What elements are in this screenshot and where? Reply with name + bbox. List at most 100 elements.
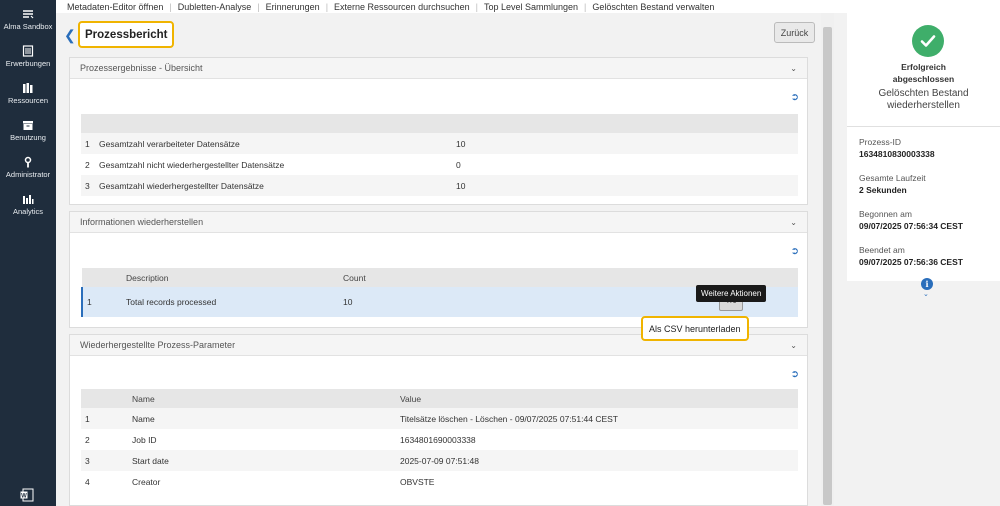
- table-row: 4 Creator OBVSTE: [81, 471, 798, 492]
- nav-label: Ressourcen: [7, 96, 49, 105]
- nav-label: Analytics: [12, 207, 43, 216]
- topmenu-external-search[interactable]: Externe Ressourcen durchsuchen: [334, 2, 470, 12]
- table-header: [81, 114, 798, 133]
- topmenu-reminders[interactable]: Erinnerungen: [266, 2, 320, 12]
- topmenu-top-level-collections[interactable]: Top Level Sammlungen: [484, 2, 578, 12]
- nav-analytics[interactable]: Analytics: [0, 185, 56, 222]
- params-table: Name Value 1 Name Titelsätze löschen - L…: [81, 389, 798, 492]
- info-icon[interactable]: i: [921, 278, 933, 290]
- row-count: 10: [339, 287, 664, 317]
- page-title-text: Prozessbericht: [85, 28, 168, 41]
- nav-label: Administrator: [5, 170, 51, 179]
- row-name: Start date: [128, 450, 396, 471]
- svg-text:W: W: [21, 493, 27, 499]
- divider: [847, 126, 1000, 127]
- chevron-down-icon[interactable]: ⌄: [790, 64, 797, 73]
- divider: |: [169, 1, 172, 12]
- panel-title: Prozessergebnisse - Übersicht: [80, 63, 203, 73]
- divider: |: [325, 1, 329, 12]
- table-row: 1 Gesamtzahl verarbeiteter Datensätze 10: [81, 133, 798, 154]
- panel-title: Informationen wiederherstellen: [80, 217, 204, 227]
- chevron-down-icon[interactable]: ⌄: [790, 218, 797, 227]
- success-check-icon: [912, 25, 944, 57]
- nav-resources[interactable]: Ressourcen: [0, 74, 56, 111]
- left-navigation: Alma Sandbox Erwerbungen Ressourcen Benu…: [0, 0, 56, 506]
- field-started: Begonnen am 09/07/2025 07:56:34 CEST: [859, 208, 963, 232]
- nav-fulfillment[interactable]: Benutzung: [0, 111, 56, 148]
- divider: |: [257, 1, 260, 12]
- job-name: Gelöschten Bestand wiederherstellen: [878, 88, 969, 111]
- topmenu-dedup[interactable]: Dubletten-Analyse: [178, 2, 252, 12]
- page-title: Prozessbericht: [78, 21, 175, 48]
- resources-icon: [23, 83, 33, 93]
- top-menu-bar: Metadaten-Editor öffnen | Dubletten-Anal…: [56, 0, 1000, 13]
- chevron-down-icon[interactable]: ⌄: [923, 290, 929, 298]
- row-label: Gesamtzahl nicht wiederhergestellter Dat…: [99, 159, 285, 170]
- column-header-num: [81, 389, 128, 408]
- back-button[interactable]: Zurück: [774, 22, 815, 43]
- divider: |: [584, 1, 587, 12]
- nav-admin[interactable]: Administrator: [0, 148, 56, 185]
- row-number: 2: [85, 159, 90, 170]
- sandbox-icon: [23, 10, 34, 19]
- row-value: 10: [452, 133, 798, 154]
- nav-label: Erwerbungen: [5, 59, 51, 68]
- row-number: 1: [81, 287, 122, 317]
- word-doc-icon[interactable]: W: [20, 488, 34, 504]
- chevron-down-icon[interactable]: ⌄: [790, 341, 797, 350]
- export-icon[interactable]: ➲: [791, 92, 799, 103]
- back-chevron-icon[interactable]: ❮: [64, 27, 76, 44]
- restore-info-panel: Informationen wiederherstellen ⌄ ➲ Descr…: [69, 211, 808, 328]
- download-csv-menu-item[interactable]: Als CSV herunterladen: [641, 316, 749, 341]
- table-row: 3 Start date 2025-07-09 07:51:48: [81, 450, 798, 471]
- column-header-value[interactable]: Value: [396, 389, 798, 408]
- field-process-id: Prozess-ID 1634810830003338: [859, 136, 935, 160]
- row-name: Creator: [132, 476, 161, 487]
- topmenu-metadata-editor[interactable]: Metadaten-Editor öffnen: [67, 2, 163, 12]
- row-label: Gesamtzahl wiederhergestellter Datensätz…: [95, 175, 452, 196]
- export-icon[interactable]: ➲: [791, 369, 799, 380]
- column-header-description[interactable]: Description: [122, 268, 339, 287]
- export-icon[interactable]: ➲: [791, 246, 799, 257]
- row-number: 4: [85, 476, 90, 487]
- row-value: 0: [456, 159, 461, 170]
- table-row[interactable]: 1 Total records processed 10 ···: [81, 287, 798, 317]
- acquisitions-icon: [22, 45, 34, 57]
- job-summary-sidebar: Erfolgreich abgeschlossen Gelöschten Bes…: [847, 13, 1000, 506]
- field-value: 2 Sekunden: [859, 185, 907, 195]
- row-label: Gesamtzahl verarbeiteter Datensätze: [95, 133, 452, 154]
- panel-header[interactable]: Prozessergebnisse - Übersicht ⌄: [70, 58, 807, 79]
- results-overview-panel: Prozessergebnisse - Übersicht ⌄ ➲ 1 Gesa…: [69, 57, 808, 205]
- row-name: Job ID: [132, 434, 157, 445]
- column-header-count[interactable]: Count: [339, 268, 664, 287]
- nav-sandbox[interactable]: Alma Sandbox: [0, 0, 56, 37]
- row-number: 3: [81, 175, 95, 196]
- row-description: Total records processed: [122, 287, 339, 317]
- row-value: Titelsätze löschen - Löschen - 09/07/202…: [396, 408, 798, 429]
- column-header-name[interactable]: Name: [128, 389, 396, 408]
- column-header-num: [82, 268, 122, 287]
- job-summary-card: Erfolgreich abgeschlossen Gelöschten Bes…: [847, 13, 1000, 281]
- nav-acquisitions[interactable]: Erwerbungen: [0, 37, 56, 74]
- row-number: 1: [81, 133, 95, 154]
- field-ended: Beendet am 09/07/2025 07:56:36 CEST: [859, 244, 963, 268]
- row-number: 2: [85, 434, 90, 445]
- field-label: Gesamte Laufzeit: [859, 173, 926, 183]
- scrollbar-thumb[interactable]: [823, 27, 832, 505]
- nav-label: Alma Sandbox: [3, 22, 53, 31]
- row-value: 2025-07-09 07:51:48: [396, 450, 798, 471]
- nav-label: Benutzung: [10, 133, 46, 142]
- field-value: 09/07/2025 07:56:34 CEST: [859, 221, 963, 231]
- topmenu-deleted-inventory[interactable]: Gelöschten Bestand verwalten: [592, 2, 714, 12]
- divider: |: [475, 1, 478, 12]
- table-row: 3 Gesamtzahl wiederhergestellter Datensä…: [81, 175, 798, 196]
- field-value: 09/07/2025 07:56:36 CEST: [859, 257, 963, 267]
- panel-header[interactable]: Informationen wiederherstellen ⌄: [70, 212, 807, 233]
- panel-title: Wiederhergestellte Prozess-Parameter: [80, 340, 236, 350]
- fulfillment-icon: [23, 121, 33, 130]
- field-label: Begonnen am: [859, 209, 912, 219]
- main-scrollbar[interactable]: [821, 13, 834, 506]
- job-status: Erfolgreich abgeschlossen: [892, 62, 955, 84]
- row-name: Name: [128, 408, 396, 429]
- admin-icon: [24, 156, 32, 168]
